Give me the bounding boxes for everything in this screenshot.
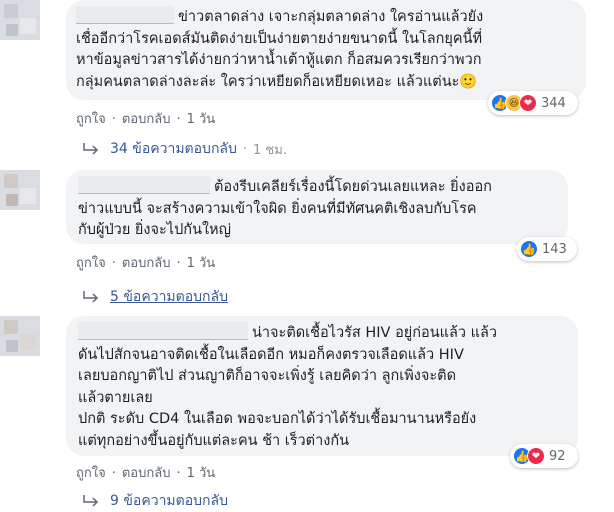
view-replies[interactable]: 9 ข้อความตอบกลับ bbox=[82, 490, 228, 512]
timestamp[interactable]: 1 วัน bbox=[187, 112, 216, 127]
reaction-count: 92 bbox=[549, 448, 566, 464]
comment-text-line: หาข้อมูลข่าวสารได้ง่ายกว่าหาน้ำเต้าหู้แต… bbox=[76, 52, 482, 68]
redacted-name bbox=[76, 6, 174, 24]
reply-arrow-icon bbox=[83, 291, 99, 303]
love-icon: ❤ bbox=[519, 94, 537, 112]
like-icon: 👍 bbox=[520, 240, 538, 258]
reply-arrow-icon bbox=[83, 143, 99, 155]
avatar[interactable] bbox=[0, 316, 40, 356]
comment-text-line: แต่ทุกอย่างขึ้นอยู่กับแต่ละคน ช้า เร็วต่… bbox=[78, 432, 350, 449]
view-replies[interactable]: 34 ข้อความตอบกลับ · 1 ชม. bbox=[82, 138, 287, 160]
replies-count[interactable]: 5 ข้อความตอบกลับ bbox=[110, 286, 228, 308]
comment-text-line: กับผู้ป่วย ยิ่งจะไปกันใหญ่ bbox=[78, 222, 231, 238]
reply-link[interactable]: ตอบกลับ bbox=[122, 256, 171, 271]
like-link[interactable]: ถูกใจ bbox=[76, 466, 106, 481]
avatar[interactable] bbox=[0, 0, 40, 40]
view-replies[interactable]: 5 ข้อความตอบกลับ bbox=[82, 286, 228, 308]
comment-text-line: กลุ่มคนตลาดล่างละล่ะ ใครว่าเหยียดก็อเหยี… bbox=[76, 73, 478, 90]
reaction-count: 344 bbox=[541, 95, 566, 111]
replies-count[interactable]: 34 ข้อความตอบกลับ bbox=[110, 138, 237, 160]
reaction-summary[interactable]: 👍 ❤ 92 bbox=[510, 444, 578, 468]
comment-text-line: ปกติ ระดับ CD4 ในเลือด พอจะบอกได้ว่าได้ร… bbox=[78, 411, 477, 427]
comment-text-line: น่าจะติดเชื้อไวรัส HIV อยู่ก่อนแล้ว แล้ว bbox=[252, 325, 498, 341]
avatar[interactable] bbox=[0, 170, 40, 210]
reply-link[interactable]: ตอบกลับ bbox=[122, 466, 171, 481]
comment-text-line: เชื่ออีกว่าโรคเอดส์มันติดง่ายเป็นง่ายตาย… bbox=[76, 30, 483, 47]
redacted-name bbox=[78, 176, 210, 194]
comment-bubble: น่าจะติดเชื้อไวรัส HIV อยู่ก่อนแล้ว แล้ว… bbox=[66, 316, 578, 456]
love-icon: ❤ bbox=[527, 447, 545, 465]
comment-bubble: ข่าวตลาดล่าง เจาะกลุ่มตลาดล่าง ใครอ่านแล… bbox=[66, 0, 586, 100]
comment-text-line: ข่าวตลาดล่าง เจาะกลุ่มตลาดล่าง ใครอ่านแล… bbox=[178, 9, 484, 25]
timestamp[interactable]: 1 วัน bbox=[187, 466, 216, 481]
comment-text-line: แล้วตายเลย bbox=[78, 389, 153, 406]
reaction-summary[interactable]: 👍 😆 ❤ 344 bbox=[488, 91, 578, 115]
reply-link[interactable]: ตอบกลับ bbox=[122, 112, 171, 127]
comment-text-line: ดันไปสักจนอาจติดเชื้อในเลือดอีก หมอก็คงต… bbox=[78, 346, 464, 363]
redacted-name bbox=[78, 322, 248, 340]
comment-bubble: ต้องรีบเคลียร์เรื่องนี้โดยด่วนเลยแหละ ยิ… bbox=[66, 170, 568, 244]
comment-text-line: ต้องรีบเคลียร์เรื่องนี้โดยด่วนเลยแหละ ยิ… bbox=[214, 179, 492, 195]
replies-time: 1 ชม. bbox=[253, 142, 287, 158]
reply-arrow-icon bbox=[83, 495, 99, 507]
like-link[interactable]: ถูกใจ bbox=[76, 256, 106, 271]
replies-count[interactable]: 9 ข้อความตอบกลับ bbox=[110, 490, 228, 512]
comment-text-line: ข่าวแบบนี้ จะสร้างความเข้าใจผิด ยิ่งคนที… bbox=[78, 200, 477, 217]
reaction-summary[interactable]: 👍 143 bbox=[517, 237, 577, 261]
timestamp[interactable]: 1 วัน bbox=[187, 256, 216, 271]
like-link[interactable]: ถูกใจ bbox=[76, 112, 106, 127]
reaction-count: 143 bbox=[542, 241, 567, 257]
comment-text-line: เลยบอกญาติไป ส่วนญาติก็อาจจะเพิ่งรู้ เลย… bbox=[78, 368, 456, 384]
